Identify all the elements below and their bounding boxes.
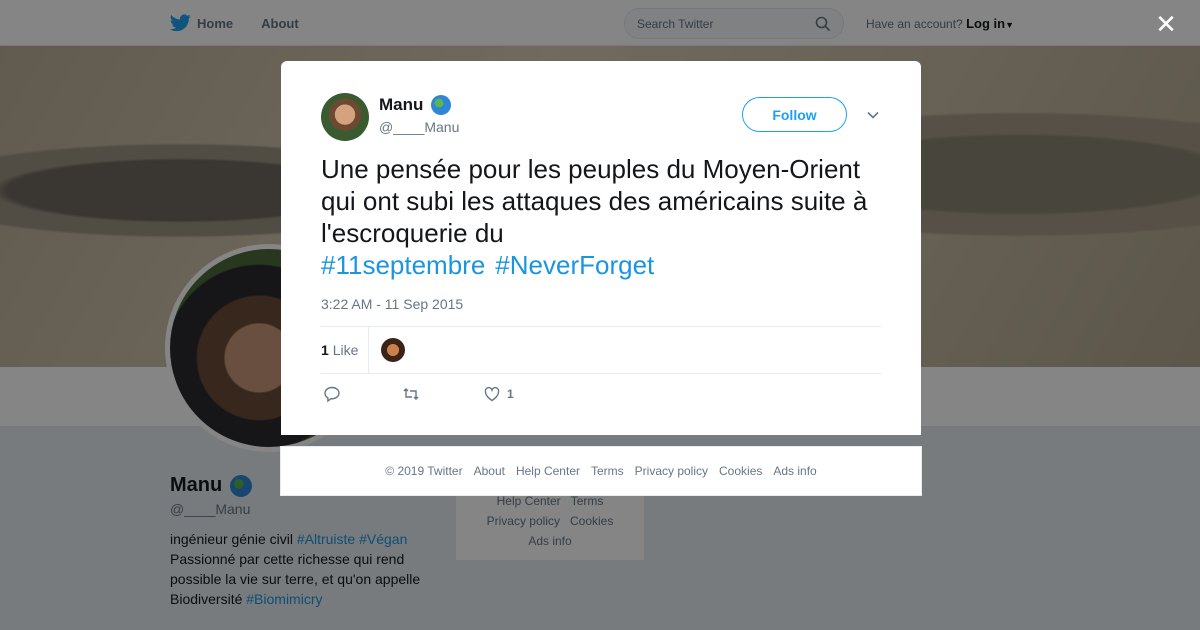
copyright-text: © 2019 Twitter	[385, 464, 463, 478]
hashtag-link[interactable]: #NeverForget	[495, 250, 654, 280]
hashtag-link[interactable]: #11septembre	[321, 250, 485, 280]
reply-icon	[324, 386, 340, 403]
like-button[interactable]: 1	[483, 385, 514, 403]
footer-cookies-link[interactable]: Cookies	[719, 464, 762, 478]
author-avatar[interactable]	[321, 93, 369, 141]
likes-stat-count: 1	[321, 342, 329, 358]
footer-ads-link[interactable]: Ads info	[773, 464, 816, 478]
footer-privacy-link[interactable]: Privacy policy	[635, 464, 708, 478]
tweet-body: Une pensée pour les peuples du Moyen-Ori…	[321, 154, 868, 248]
retweet-button[interactable]	[402, 385, 420, 403]
liker-avatar[interactable]	[381, 338, 405, 362]
likes-stat[interactable]: 1 Like	[321, 342, 358, 358]
footer-about-link[interactable]: About	[474, 464, 505, 478]
follow-button[interactable]: Follow	[742, 97, 847, 132]
reply-button[interactable]	[323, 385, 341, 403]
like-count: 1	[507, 387, 514, 401]
tweet-actions: 1	[321, 383, 881, 407]
close-icon[interactable]: ✕	[1154, 11, 1178, 37]
heart-icon	[484, 386, 500, 402]
modal-footer: © 2019 Twitter About Help Center Terms P…	[280, 446, 922, 496]
tweet-timestamp[interactable]: 3:22 AM - 11 Sep 2015	[321, 296, 463, 312]
chevron-down-icon[interactable]	[865, 107, 881, 123]
author-handle[interactable]: @____Manu	[379, 119, 459, 135]
author-name[interactable]: Manu	[379, 95, 452, 115]
likes-stat-label: Like	[332, 342, 359, 358]
retweet-icon	[403, 388, 419, 400]
tweet-modal: Manu @____Manu Follow Une pensée pour le…	[281, 61, 921, 435]
stats-divider	[368, 327, 369, 374]
footer-help-link[interactable]: Help Center	[516, 464, 580, 478]
globe-emoji-icon	[431, 95, 452, 115]
tweet-text: Une pensée pour les peuples du Moyen-Ori…	[321, 153, 881, 281]
footer-terms-link[interactable]: Terms	[591, 464, 624, 478]
tweet-stats: 1 Like	[321, 326, 881, 374]
author-name-text: Manu	[379, 95, 424, 114]
